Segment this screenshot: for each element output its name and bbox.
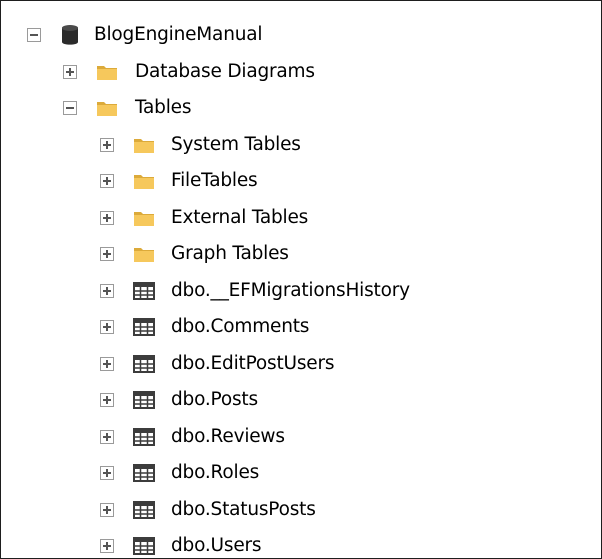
object-explorer-panel: BlogEngineManual Database Diagrams Table… (0, 0, 602, 559)
expand-toggle-icon[interactable] (100, 174, 114, 189)
tree-node-database[interactable]: BlogEngineManual (1, 17, 601, 54)
expand-toggle-icon[interactable] (100, 320, 114, 335)
tree-node-filetables[interactable]: FileTables (1, 163, 601, 200)
tree-node-label: System Tables (171, 133, 301, 155)
database-icon (61, 24, 79, 46)
tree-node-label: FileTables (171, 170, 258, 192)
collapse-toggle-icon[interactable] (27, 28, 41, 43)
tree-node-label: dbo.Reviews (171, 425, 285, 447)
tree-node-label: dbo.EditPostUsers (171, 352, 335, 374)
folder-icon (133, 172, 155, 190)
expand-toggle-icon[interactable] (100, 502, 114, 517)
tree-node-table[interactable]: dbo.Users (1, 528, 601, 558)
tree-node-database-diagrams[interactable]: Database Diagrams (1, 54, 601, 91)
tree-node-label: BlogEngineManual (94, 24, 263, 46)
expand-toggle-icon[interactable] (100, 283, 114, 298)
tree-node-table[interactable]: dbo.Comments (1, 309, 601, 346)
tree-node-external-tables[interactable]: External Tables (1, 200, 601, 237)
tree-node-table[interactable]: dbo.StatusPosts (1, 492, 601, 529)
table-icon (133, 282, 155, 300)
table-icon (133, 355, 155, 373)
tree-node-table[interactable]: dbo.Reviews (1, 419, 601, 456)
expand-toggle-icon[interactable] (100, 210, 114, 225)
table-icon (133, 428, 155, 446)
tree-node-table[interactable]: dbo.Roles (1, 455, 601, 492)
folder-icon (96, 99, 118, 117)
expand-toggle-icon[interactable] (100, 393, 114, 408)
expand-toggle-icon[interactable] (100, 356, 114, 371)
expand-toggle-icon[interactable] (100, 466, 114, 481)
tree-node-label: dbo.Users (171, 535, 262, 557)
tree-node-label: Graph Tables (171, 243, 289, 265)
tree-node-label: Tables (135, 97, 192, 119)
tree-node-label: dbo.__EFMigrationsHistory (171, 279, 410, 301)
tree-node-label: dbo.Posts (171, 389, 258, 411)
expand-toggle-icon[interactable] (100, 247, 114, 262)
folder-icon (133, 245, 155, 263)
table-icon (133, 391, 155, 409)
tree-node-graph-tables[interactable]: Graph Tables (1, 236, 601, 273)
folder-icon (133, 209, 155, 227)
tree-node-table[interactable]: dbo.__EFMigrationsHistory (1, 273, 601, 310)
tree-node-label: External Tables (171, 206, 309, 228)
folder-icon (133, 136, 155, 154)
folder-icon (96, 63, 118, 81)
expand-toggle-icon[interactable] (63, 64, 77, 79)
tree-node-label: Database Diagrams (135, 60, 315, 82)
expand-toggle-icon[interactable] (100, 137, 114, 152)
tree-node-system-tables[interactable]: System Tables (1, 127, 601, 164)
tree-node-label: dbo.Roles (171, 462, 260, 484)
tree-node-label: dbo.Comments (171, 316, 310, 338)
table-icon (133, 537, 155, 555)
expand-toggle-icon[interactable] (100, 539, 114, 554)
table-icon (133, 318, 155, 336)
object-explorer-tree: BlogEngineManual Database Diagrams Table… (1, 17, 601, 558)
table-icon (133, 464, 155, 482)
expand-toggle-icon[interactable] (100, 429, 114, 444)
tree-node-table[interactable]: dbo.EditPostUsers (1, 346, 601, 383)
tree-node-label: dbo.StatusPosts (171, 498, 316, 520)
tree-node-tables[interactable]: Tables (1, 90, 601, 127)
table-icon (133, 501, 155, 519)
collapse-toggle-icon[interactable] (63, 101, 77, 116)
tree-node-table[interactable]: dbo.Posts (1, 382, 601, 419)
